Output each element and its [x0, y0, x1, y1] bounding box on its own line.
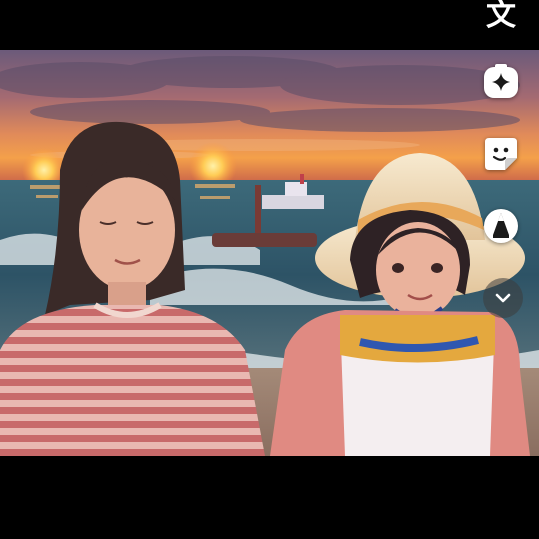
sparkle-button[interactable] [479, 60, 523, 104]
chevron-down-icon [495, 293, 511, 303]
expand-toolbar-button[interactable] [483, 278, 523, 318]
sticker-button[interactable] [479, 132, 523, 176]
sticker-icon [485, 138, 517, 170]
sunset-beach-illustration [0, 50, 539, 456]
top-bar [0, 0, 539, 50]
sparkle-icon [484, 64, 518, 98]
translate-icon: 文 [486, 0, 516, 33]
pen-icon [484, 209, 518, 243]
translate-button[interactable]: 文 [479, 0, 523, 38]
draw-button[interactable] [479, 204, 523, 248]
bottom-bar [0, 456, 539, 539]
image-preview [0, 50, 539, 456]
